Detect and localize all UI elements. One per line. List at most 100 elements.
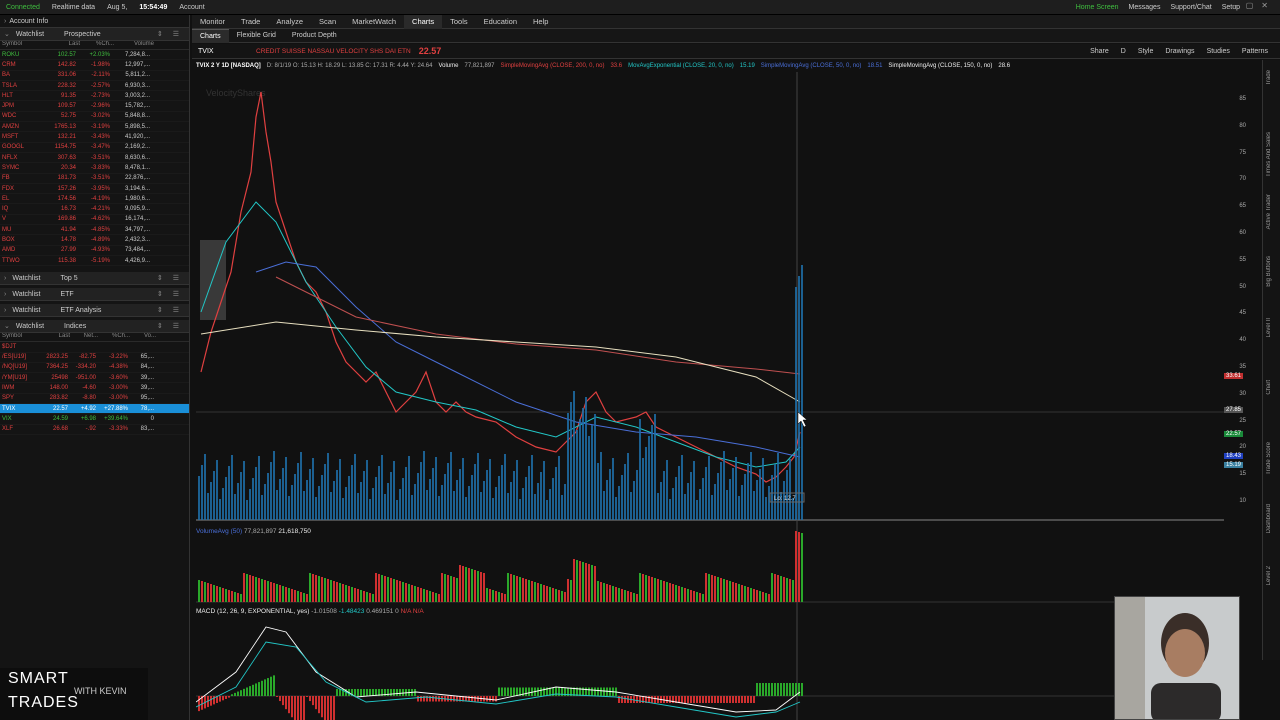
column-header[interactable]: Last (42, 333, 70, 341)
row-symbol[interactable]: MSFT (0, 134, 38, 140)
gadget-tab[interactable]: Big Buttons (1266, 256, 1272, 287)
row-sym[interactable]: SPY (0, 395, 40, 401)
subnav-tab-product-depth[interactable]: Product Depth (284, 29, 345, 43)
symbol-input[interactable]: TVIX (192, 48, 252, 55)
gadget-tab[interactable]: Trade Score (1266, 442, 1272, 475)
watchlist-menu-icon[interactable]: ⇕ ☰ (157, 306, 183, 314)
watchlist-row[interactable]: SYMC 20.34 -3.83% 8,478,1... (0, 163, 189, 174)
macd-label[interactable]: MACD (12, 26, 9, EXPONENTIAL, yes) (196, 608, 309, 615)
row-sym[interactable]: $DJT (0, 344, 40, 350)
column-header[interactable]: Symbol (2, 333, 42, 341)
sma150-label[interactable]: SimpleMovingAvg (CLOSE, 150, 0, no) (888, 63, 992, 69)
gadget-tab[interactable]: Level 2 (1266, 566, 1272, 585)
watchlist-row[interactable]: FB 181.73 -3.51% 22,876,... (0, 174, 189, 184)
watchlist-row[interactable]: GOOGL 1154.75 -3.47% 2,169,2... (0, 143, 189, 153)
gadget-tab[interactable]: Dashboard (1266, 504, 1272, 533)
nav-tab-analyze[interactable]: Analyze (268, 15, 311, 29)
watchlist-row[interactable]: AMZN 1765.13 -3.19% 5,898,5... (0, 122, 189, 133)
indices-row[interactable]: /YM[U19] 25498 -951.00 -3.60% 39,... (0, 373, 189, 384)
row-symbol[interactable]: TTWO (0, 258, 38, 264)
row-symbol[interactable]: SYMC (0, 165, 38, 171)
row-symbol[interactable]: BA (0, 72, 38, 78)
watchlist-menu-icon[interactable]: ⇕ ☰ (157, 274, 183, 282)
indices-row[interactable]: $DJT (0, 342, 189, 353)
nav-tab-marketwatch[interactable]: MarketWatch (344, 15, 404, 29)
row-symbol[interactable]: BOX (0, 237, 38, 243)
messages-button[interactable]: Messages (1129, 4, 1161, 11)
watchlist-header-top5[interactable]: › Watchlist Top 5 ⇕ ☰ (0, 272, 189, 286)
toolbar-button-patterns[interactable]: Patterns (1242, 48, 1268, 55)
toolbar-button-studies[interactable]: Studies (1207, 48, 1230, 55)
watchlist-row[interactable]: BA 331.06 -2.11% 5,811,2... (0, 71, 189, 81)
row-symbol[interactable]: AMD (0, 247, 38, 253)
row-sym[interactable]: /NQ[U19] (0, 364, 40, 370)
column-header[interactable]: Last (42, 41, 80, 49)
price-axis[interactable]: 85 80 75 70 65 60 55 50 45 40 35 30 25 20 15 10 33.61 27.… (1224, 72, 1248, 592)
sma200-label[interactable]: SimpleMovingAvg (CLOSE, 200, 0, no) (501, 63, 605, 69)
watchlist-row[interactable]: IQ 16.73 -4.21% 9,095,9... (0, 204, 189, 215)
watchlist-row[interactable]: NFLX 307.63 -3.51% 8,630,6... (0, 153, 189, 164)
watchlist-row[interactable]: MU 41.94 -4.85% 34,797,... (0, 225, 189, 236)
watchlist-name[interactable]: Indices (64, 323, 86, 330)
row-symbol[interactable]: CRM (0, 62, 38, 68)
row-symbol[interactable]: ROKU (0, 52, 38, 58)
nav-tab-trade[interactable]: Trade (233, 15, 268, 29)
gadget-tab[interactable]: Level II (1266, 318, 1272, 337)
gadget-tab[interactable]: Active Trader (1266, 194, 1272, 229)
toolbar-button-style[interactable]: Style (1138, 48, 1154, 55)
watchlist-row[interactable]: CRM 142.82 -1.98% 12,997,... (0, 60, 189, 71)
watchlist-header-indices[interactable]: ⌄ Watchlist Indices ⇕ ☰ (0, 320, 189, 334)
watchlist-name[interactable]: ETF (60, 291, 73, 298)
subnav-tab-flexible-grid[interactable]: Flexible Grid (229, 29, 284, 43)
row-symbol[interactable]: FDX (0, 186, 38, 192)
column-header[interactable]: Vo... (130, 333, 156, 341)
nav-tab-help[interactable]: Help (525, 15, 556, 29)
column-header[interactable]: Net... (70, 333, 98, 341)
account-info-header[interactable]: › Account Info (0, 15, 189, 28)
column-header[interactable]: %Ch... (80, 41, 114, 49)
watchlist-row[interactable]: TTWO 115.38 -5.19% 4,426,9... (0, 256, 189, 267)
ema20-label[interactable]: MovAvgExponential (CLOSE, 20, 0, no) (628, 63, 734, 69)
indices-row[interactable]: TVIX 22.57 +4.92 +27.88% 78,... (0, 404, 189, 415)
watchlist-row[interactable]: BOX 14.78 -4.89% 2,432,3... (0, 235, 189, 246)
row-symbol[interactable]: WDC (0, 113, 38, 119)
row-symbol[interactable]: AMZN (0, 124, 38, 130)
nav-tab-scan[interactable]: Scan (311, 15, 344, 29)
indices-row[interactable]: VIX 24.59 +6.98 +39.64% 0 (0, 414, 189, 425)
column-header[interactable]: %Ch... (98, 333, 130, 341)
indices-row[interactable]: XLF 26.68 -.92 -3.33% 83,... (0, 425, 189, 435)
volume-avg-label[interactable]: VolumeAvg (50) (196, 528, 242, 535)
row-symbol[interactable]: V (0, 216, 38, 222)
nav-tab-charts[interactable]: Charts (404, 14, 443, 29)
row-sym[interactable]: XLF (0, 426, 40, 432)
watchlist-row[interactable]: V 169.86 -4.62% 16,174,... (0, 215, 189, 226)
row-sym[interactable]: /YM[U19] (0, 375, 40, 381)
indices-row[interactable]: /ES[U19] 2823.25 -82.75 -3.22% 65,... (0, 353, 189, 363)
toolbar-button-drawings[interactable]: Drawings (1165, 48, 1194, 55)
gadget-tab[interactable]: Chart (1266, 380, 1272, 395)
price-chart[interactable]: VelocityShares Lo: 12.7 (196, 72, 1224, 720)
row-sym[interactable]: IWM (0, 385, 40, 391)
toolbar-button-d[interactable]: D (1121, 48, 1126, 55)
watchlist-header-etf-analysis[interactable]: › Watchlist ETF Analysis ⇕ ☰ (0, 304, 189, 318)
watchlist-name[interactable]: ETF Analysis (60, 307, 101, 314)
watchlist-row[interactable]: FDX 157.26 -3.95% 3,194,6... (0, 184, 189, 195)
nav-tab-education[interactable]: Education (476, 15, 525, 29)
indices-row[interactable]: IWM 148.00 -4.60 -3.00% 39,... (0, 383, 189, 394)
row-symbol[interactable]: FB (0, 175, 38, 181)
watchlist-name[interactable]: Prospective (64, 31, 101, 38)
subnav-tab-charts[interactable]: Charts (192, 28, 229, 43)
watchlist-row[interactable]: WDC 52.75 -3.02% 5,848,8... (0, 112, 189, 123)
row-symbol[interactable]: EL (0, 196, 38, 202)
indices-row[interactable]: /NQ[U19] 7364.25 -334.20 -4.38% 84,... (0, 363, 189, 374)
sma50-label[interactable]: SimpleMovingAvg (CLOSE, 50, 0, no) (761, 63, 862, 69)
gadget-tab[interactable]: Trade (1266, 70, 1272, 85)
watchlist-row[interactable]: HLT 91.35 -2.73% 3,003,2... (0, 91, 189, 102)
home-screen-button[interactable]: Home Screen (1076, 4, 1119, 11)
row-symbol[interactable]: IQ (0, 206, 38, 212)
row-symbol[interactable]: HLT (0, 93, 38, 99)
watchlist-menu-icon[interactable]: ⇕ ☰ (157, 290, 183, 298)
volume-label[interactable]: Volume (438, 63, 458, 69)
watchlist-header-etf[interactable]: › Watchlist ETF ⇕ ☰ (0, 288, 189, 302)
watchlist-row[interactable]: MSFT 132.21 -3.43% 41,920,... (0, 132, 189, 143)
